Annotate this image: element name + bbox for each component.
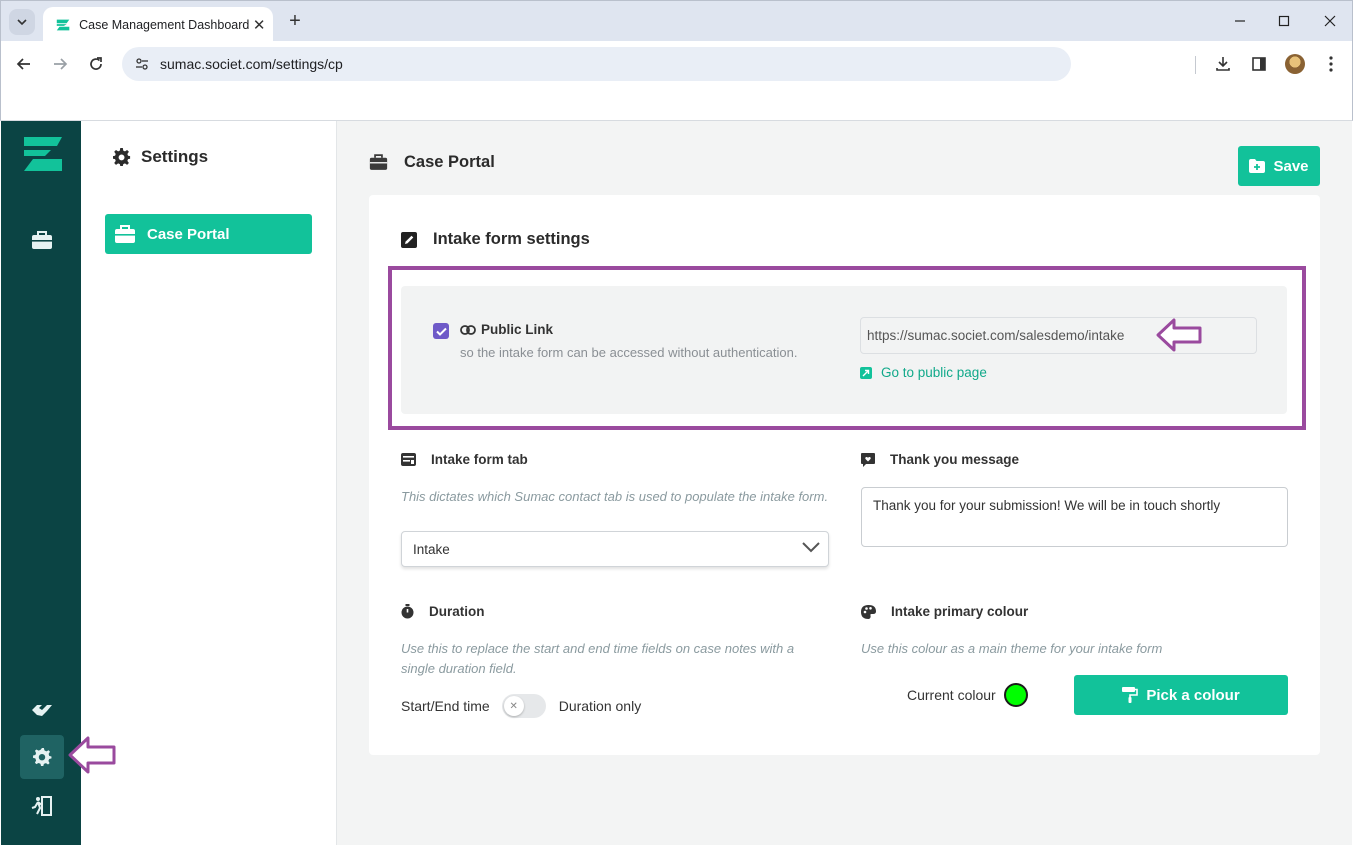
back-button[interactable]	[11, 51, 37, 77]
settings-panel: Settings Case Portal	[81, 121, 337, 845]
browser-toolbar-gap	[0, 87, 1353, 121]
browser-tab[interactable]: Case Management Dashboard ✕	[43, 7, 273, 42]
close-icon	[1324, 15, 1336, 27]
minimize-button[interactable]	[1225, 7, 1255, 35]
window-close-button[interactable]	[1315, 7, 1345, 35]
url-text: sumac.societ.com/settings/cp	[160, 56, 343, 72]
back-arrow-icon	[16, 58, 30, 70]
edit-icon	[401, 231, 417, 248]
id-card-icon	[401, 453, 416, 466]
page-title: Case Portal	[404, 153, 495, 171]
briefcase-icon	[32, 231, 52, 249]
rail-logout-button[interactable]	[20, 784, 64, 828]
tab-title: Case Management Dashboard	[79, 17, 250, 32]
minimize-icon	[1235, 20, 1245, 22]
colour-title: Intake primary colour	[891, 604, 1029, 619]
gear-icon	[113, 147, 131, 166]
sumac-favicon-icon	[56, 19, 70, 30]
thank-you-message-field[interactable]: Thank you for your submission! We will b…	[861, 487, 1288, 547]
card-header: Intake form settings	[401, 230, 590, 249]
palette-icon	[861, 604, 876, 619]
duration-title: Duration	[429, 604, 485, 619]
save-button[interactable]: Save	[1238, 146, 1320, 186]
page-header: Case Portal	[369, 153, 495, 172]
maximize-button[interactable]	[1269, 7, 1299, 35]
new-tab-button[interactable]: +	[283, 9, 307, 33]
annotation-arrow-icon	[1156, 318, 1202, 352]
intake-tab-title: Intake form tab	[431, 452, 528, 467]
url-bar[interactable]: sumac.societ.com/settings/cp	[122, 47, 1071, 81]
thank-you-title: Thank you message	[890, 452, 1020, 467]
intake-tab-heading: Intake form tab	[401, 452, 528, 467]
intake-settings-card: Intake form settings Public Link so the …	[369, 195, 1320, 755]
intake-tab-selected-value: Intake	[413, 541, 450, 557]
download-icon[interactable]	[1211, 52, 1235, 76]
stopwatch-icon	[401, 604, 414, 619]
paint-roller-icon	[1122, 687, 1139, 703]
address-bar: sumac.societ.com/settings/cp	[0, 41, 1353, 87]
colour-description: Use this colour as a main theme for your…	[861, 641, 1163, 656]
start-end-time-label: Start/End time	[401, 698, 490, 714]
save-label: Save	[1273, 157, 1309, 175]
gear-icon	[33, 747, 52, 766]
profile-avatar[interactable]	[1285, 54, 1305, 74]
logout-icon	[31, 796, 52, 816]
duration-toggle[interactable]: ✕	[501, 694, 546, 718]
annotation-arrow-icon	[68, 736, 116, 774]
reload-icon	[90, 57, 102, 70]
browser-tab-strip: Case Management Dashboard ✕ +	[0, 0, 1353, 42]
tab-close-icon[interactable]: ✕	[249, 14, 269, 36]
intake-tab-description: This dictates which Sumac contact tab is…	[401, 489, 829, 504]
sidebar-item-case-portal[interactable]: Case Portal	[105, 214, 312, 254]
chevron-down-icon	[802, 542, 820, 553]
comment-heart-icon	[861, 452, 875, 467]
app: Settings Case Portal Case Portal Save In…	[0, 121, 1353, 845]
site-settings-icon[interactable]	[134, 56, 150, 72]
toggle-off-icon: ✕	[503, 696, 524, 716]
side-panel-icon[interactable]	[1247, 52, 1271, 76]
sumac-logo-icon[interactable]	[21, 137, 63, 171]
duration-description: Use this to replace the start and end ti…	[401, 641, 795, 676]
tab-search-button[interactable]	[9, 9, 35, 35]
briefcase-icon	[369, 154, 388, 170]
rail-handshake-button[interactable]	[20, 688, 64, 732]
chevron-down-icon	[17, 19, 27, 26]
duration-only-label: Duration only	[558, 698, 642, 714]
duration-heading: Duration	[401, 604, 485, 619]
sidebar-item-label: Case Portal	[147, 225, 230, 243]
thank-you-heading: Thank you message	[861, 452, 1019, 467]
colour-heading: Intake primary colour	[861, 604, 1028, 619]
duration-toggle-row: Start/End time ✕ Duration only	[401, 694, 641, 718]
colour-swatch	[1003, 683, 1028, 707]
reload-button[interactable]	[83, 51, 109, 77]
handshake-icon	[32, 705, 52, 716]
maximize-icon	[1278, 15, 1290, 27]
more-menu-icon[interactable]	[1319, 52, 1343, 76]
settings-title: Settings	[141, 147, 209, 166]
briefcase-icon	[115, 224, 135, 243]
folder-plus-icon	[1249, 159, 1266, 173]
current-colour-display: Current colour	[907, 683, 1028, 707]
main-content: Case Portal Save Intake form settings Pu…	[337, 121, 1352, 845]
forward-arrow-icon	[54, 58, 68, 70]
current-colour-label: Current colour	[907, 687, 996, 703]
pick-colour-button[interactable]: Pick a colour	[1074, 675, 1288, 715]
settings-heading: Settings	[113, 147, 208, 167]
card-title: Intake form settings	[433, 230, 590, 248]
intake-tab-select[interactable]: Intake	[401, 531, 829, 567]
rail-case-portal-button[interactable]	[20, 218, 64, 262]
pick-colour-label: Pick a colour	[1146, 686, 1240, 704]
rail-settings-button[interactable]	[20, 735, 64, 779]
toolbar-divider	[1195, 56, 1196, 74]
forward-button[interactable]	[47, 51, 73, 77]
